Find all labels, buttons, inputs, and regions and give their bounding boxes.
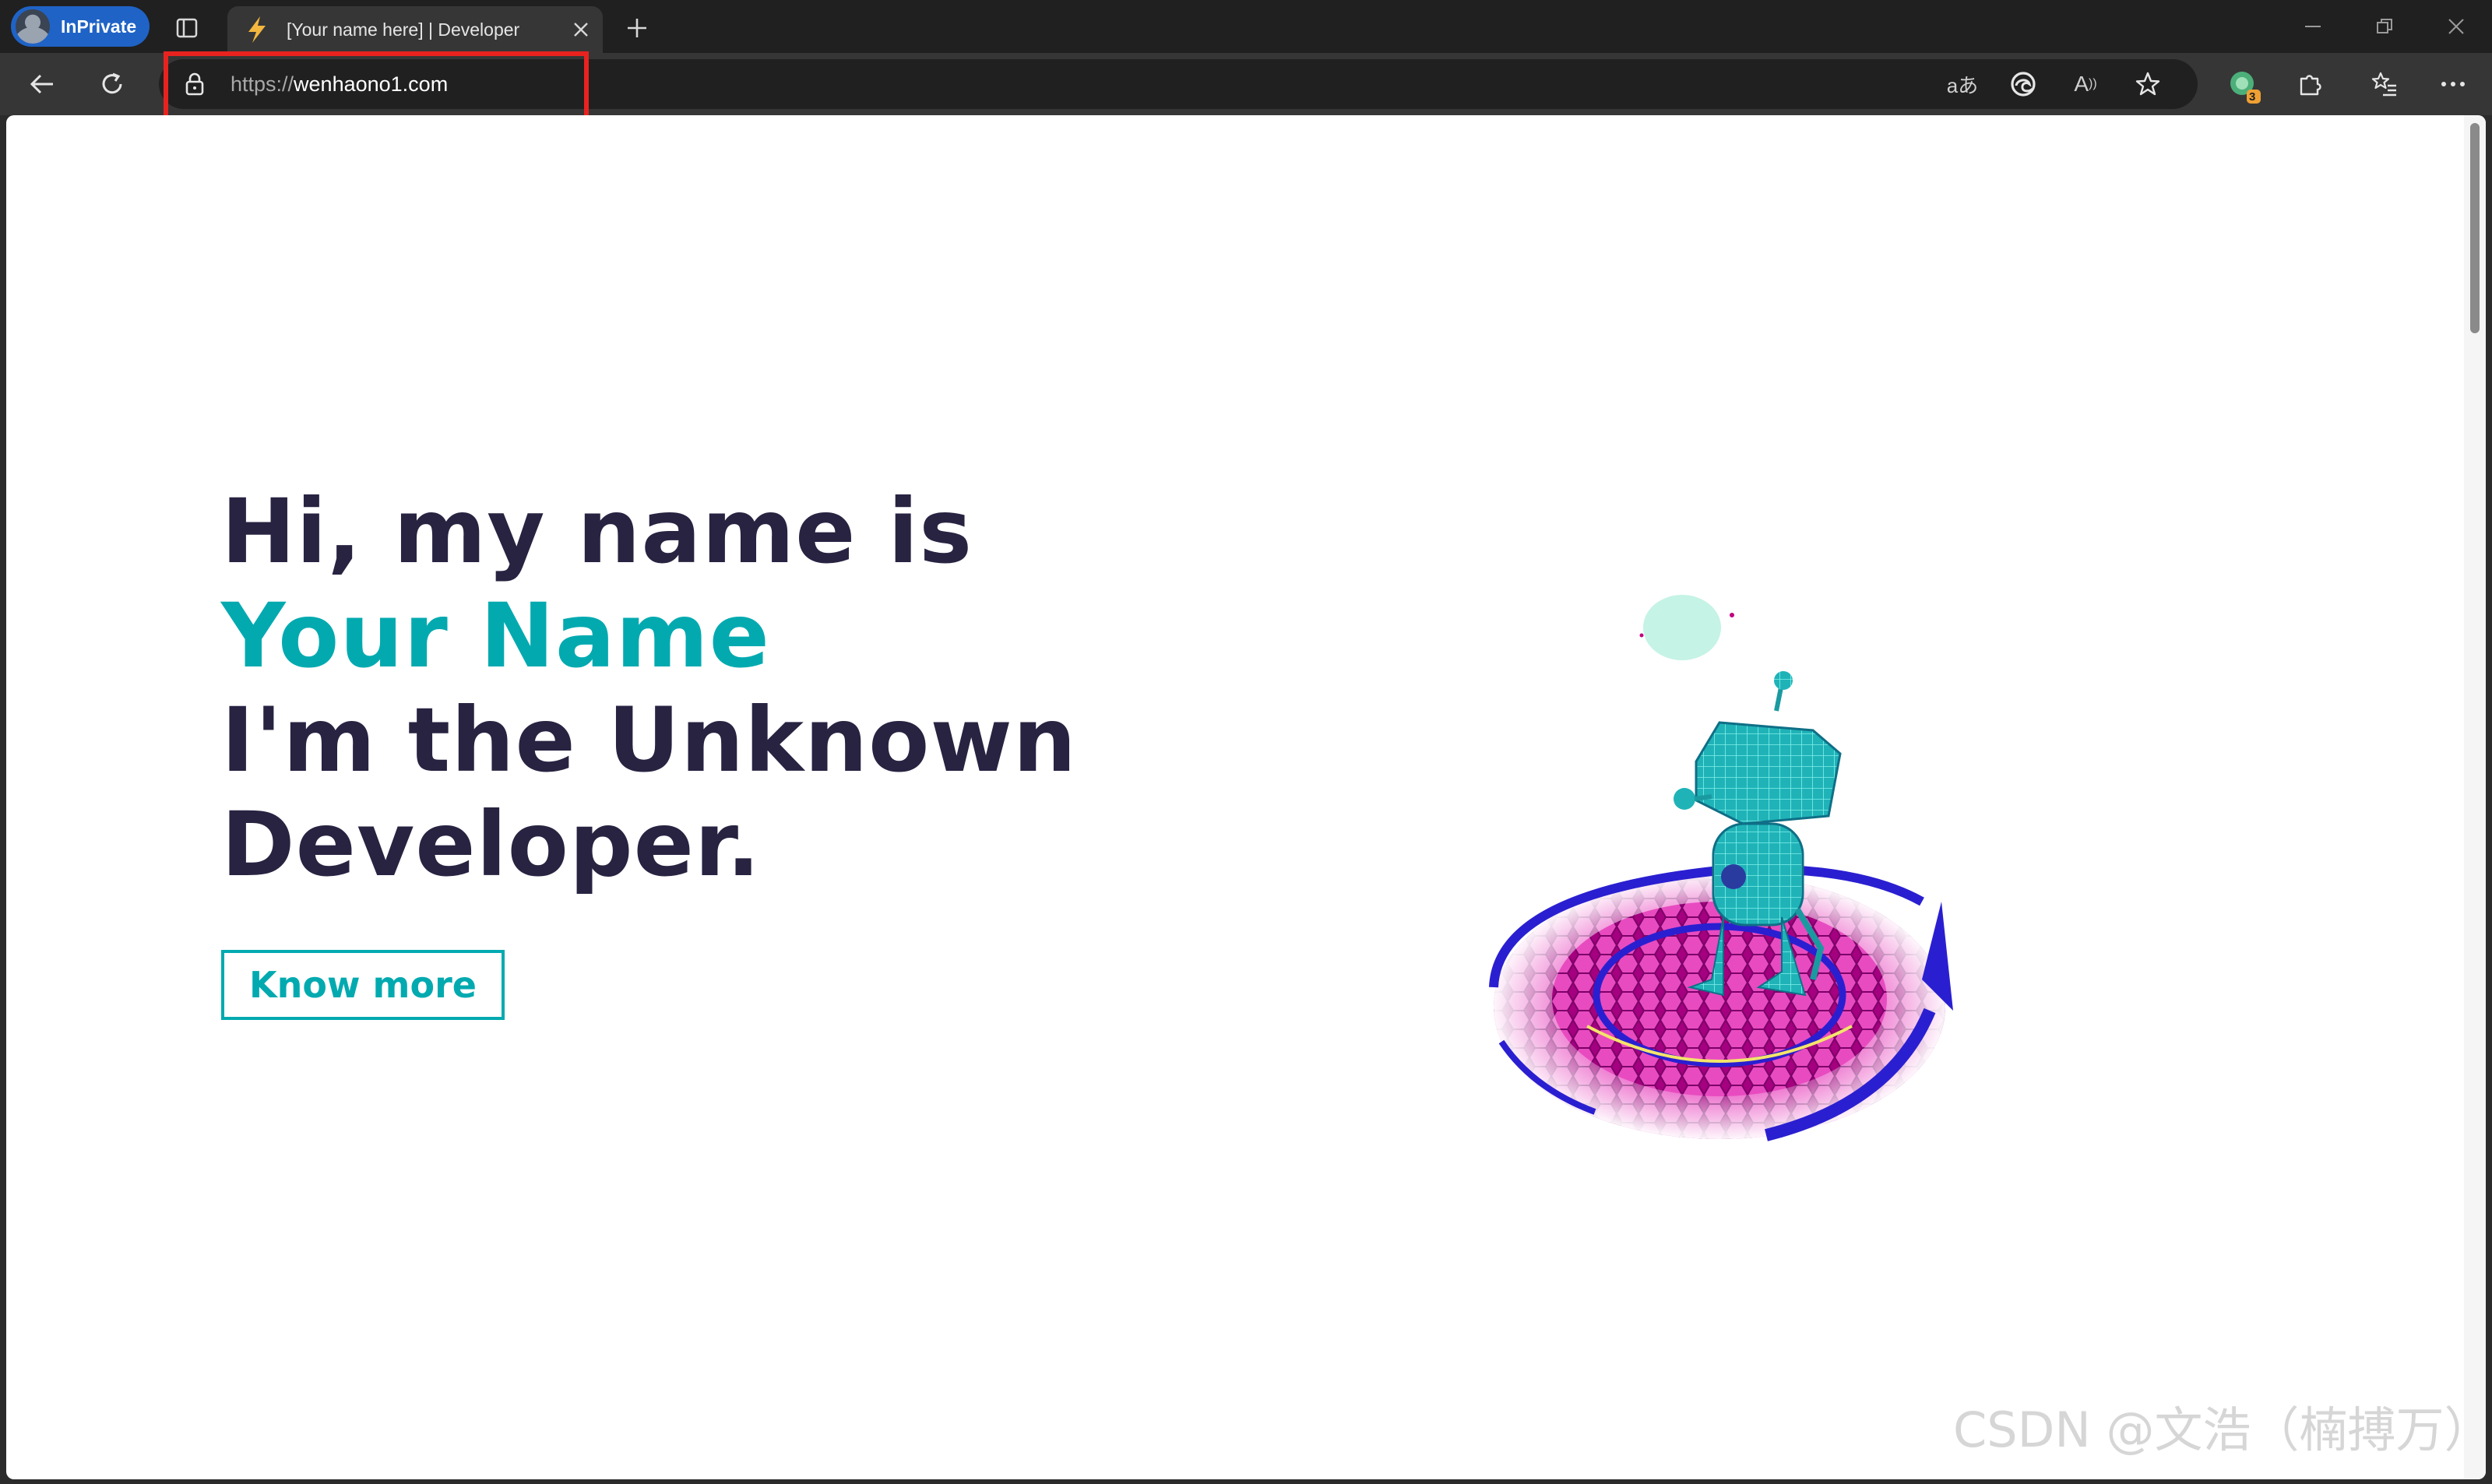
hero-role-line2: Developer. [221, 793, 762, 896]
inprivate-badge[interactable]: InPrivate [11, 6, 150, 47]
close-tab-icon[interactable] [564, 12, 598, 47]
refresh-icon[interactable] [92, 65, 132, 103]
favorites-list-icon[interactable] [2364, 65, 2405, 103]
scrollbar-thumb[interactable] [2470, 123, 2480, 333]
extension-profile-icon[interactable]: 3 [2223, 65, 2266, 106]
tab-active[interactable]: [Your name here] | Developer [227, 6, 603, 53]
know-more-button[interactable]: Know more [221, 950, 505, 1020]
page-viewport: Hi, my name is Your Name I'm the Unknown… [6, 115, 2486, 1479]
read-aloud-icon[interactable]: A)) [2067, 67, 2104, 101]
browser-tabstrip: InPrivate [Your name here] | Developer [0, 0, 2492, 53]
close-window-icon[interactable] [2437, 9, 2475, 44]
edge-icon[interactable] [2005, 67, 2042, 101]
tab-actions-icon[interactable] [170, 11, 204, 45]
hero-heading: Hi, my name is Your Name I'm the Unknown… [221, 480, 1077, 897]
profile-avatar [16, 9, 50, 44]
minimize-icon[interactable] [2294, 9, 2332, 44]
back-icon[interactable] [22, 65, 62, 103]
hero-greeting: Hi, my name is [221, 480, 973, 583]
puzzle-icon[interactable] [2290, 65, 2330, 103]
translate-icon[interactable]: aあ [1944, 67, 1981, 101]
hero-name: Your Name [221, 584, 770, 687]
more-icon[interactable] [2433, 65, 2473, 103]
tab-title: [Your name here] | Developer [287, 19, 520, 40]
lightning-bolt-icon [248, 16, 266, 43]
robot-platform-illustration [1486, 595, 1953, 1151]
extension-badge: 3 [2249, 90, 2256, 104]
inprivate-label: InPrivate [61, 16, 137, 37]
restore-icon[interactable] [2366, 9, 2403, 44]
new-tab-icon[interactable] [618, 9, 656, 47]
page-scrollbar[interactable] [2464, 115, 2486, 1479]
hero-role-line1: I'm the Unknown [221, 688, 1077, 792]
star-icon[interactable] [2129, 67, 2166, 101]
csdn-watermark: CSDN @文浩（楠搏万） [1953, 1401, 2492, 1458]
